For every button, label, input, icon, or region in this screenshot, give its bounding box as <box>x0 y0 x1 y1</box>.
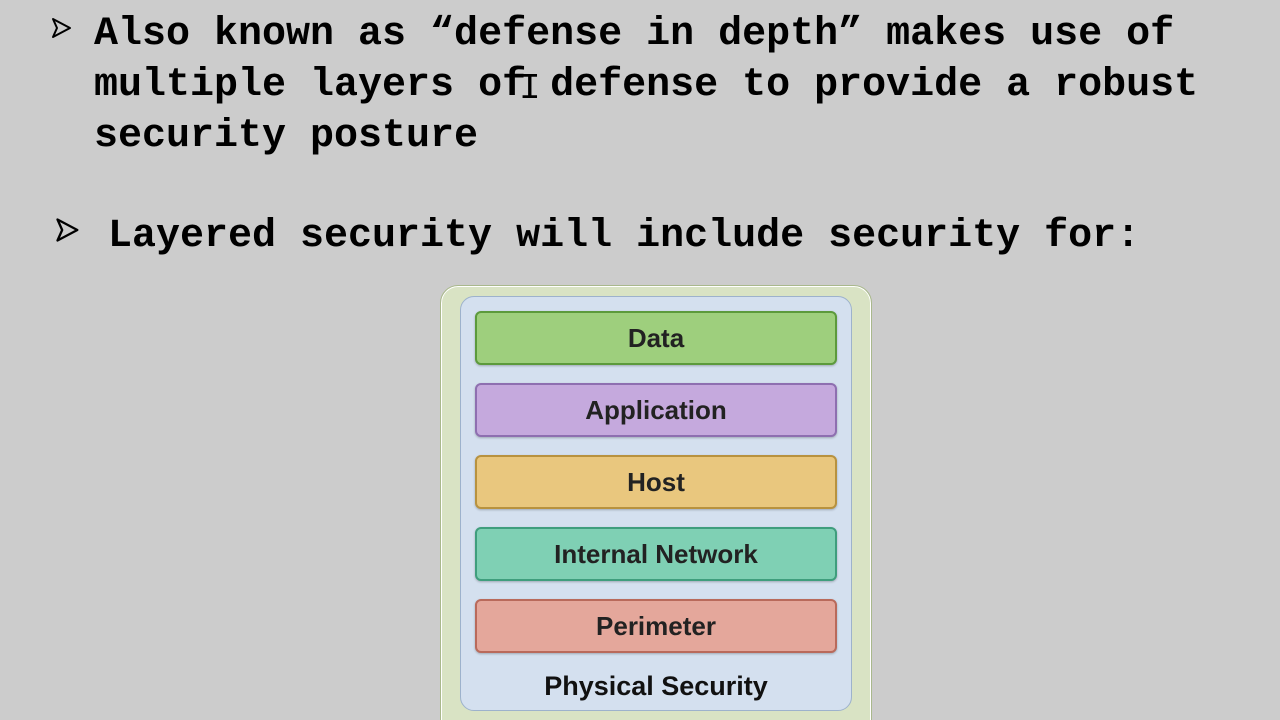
layer-internal-network: Internal Network <box>475 527 837 581</box>
bullet-point-1: Also known as “defense in depth” makes u… <box>50 10 1250 162</box>
bullet-arrow-icon <box>50 16 78 44</box>
bullet-point-2: Layered security will include security f… <box>50 212 1250 263</box>
layered-security-diagram: Data Application Host Internal Network P… <box>440 285 872 720</box>
bullet-1-text: Also known as “defense in depth” makes u… <box>94 12 1198 159</box>
slide: Also known as “defense in depth” makes u… <box>0 0 1280 720</box>
bullet-2-text: Layered security will include security f… <box>108 214 1140 259</box>
diagram-inner: Data Application Host Internal Network P… <box>460 296 852 711</box>
layer-physical-security: Physical Security <box>475 671 837 702</box>
layer-host: Host <box>475 455 837 509</box>
layer-perimeter: Perimeter <box>475 599 837 653</box>
layer-data: Data <box>475 311 837 365</box>
bullet-arrow-icon <box>54 216 82 244</box>
text-cursor-icon: I <box>519 66 541 112</box>
layer-application: Application <box>475 383 837 437</box>
